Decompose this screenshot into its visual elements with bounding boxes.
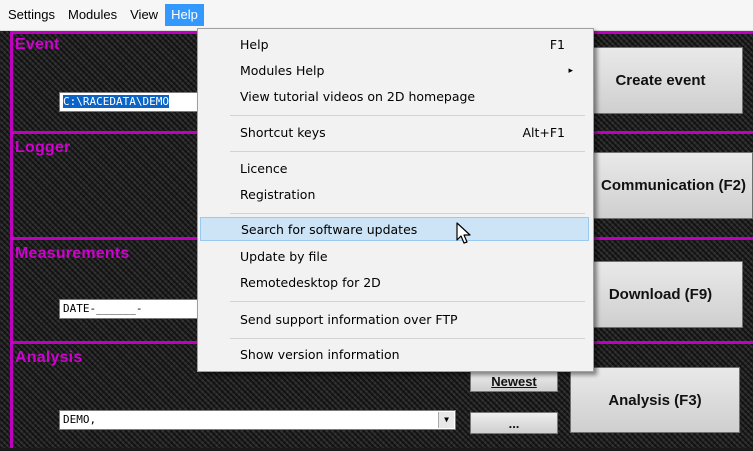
help-menu-item-label: Registration bbox=[240, 187, 316, 202]
help-menu-item-licence[interactable]: Licence bbox=[200, 157, 589, 181]
help-menu-item-tutorial-videos[interactable]: View tutorial videos on 2D homepage bbox=[200, 85, 589, 109]
help-menu-item-label: Help bbox=[240, 37, 269, 52]
download-button[interactable]: Download (F9) bbox=[578, 261, 743, 328]
help-menu-item-label: View tutorial videos on 2D homepage bbox=[240, 89, 476, 104]
help-menu-item-modules-help[interactable]: Modules Help ▸ bbox=[200, 59, 589, 83]
help-menu-item-remotedesktop[interactable]: Remotedesktop for 2D bbox=[200, 271, 589, 295]
event-path-field[interactable]: C:\RACEDATA\DEMO bbox=[59, 92, 209, 112]
help-menu-item-help[interactable]: Help F1 bbox=[200, 33, 589, 57]
event-title: Event bbox=[15, 36, 60, 53]
help-menu-item-label: Licence bbox=[240, 161, 288, 176]
event-path-value: C:\RACEDATA\DEMO bbox=[63, 95, 169, 108]
help-menu-item-label: Send support information over FTP bbox=[240, 312, 458, 327]
menu-view[interactable]: View bbox=[124, 4, 164, 26]
menu-bar: Settings Modules View Help bbox=[0, 0, 753, 31]
menu-separator bbox=[230, 115, 585, 116]
help-menu-item-label: Update by file bbox=[240, 249, 328, 264]
browse-button[interactable]: ... bbox=[470, 412, 558, 434]
analysis-title: Analysis bbox=[15, 349, 83, 366]
help-menu-item-label: Show version information bbox=[240, 347, 400, 362]
help-menu-item-registration[interactable]: Registration bbox=[200, 183, 589, 207]
analysis-combo[interactable]: DEMO, ▼ bbox=[59, 410, 456, 430]
submenu-arrow-icon: ▸ bbox=[568, 66, 573, 76]
help-menu-dropdown: Help F1 Modules Help ▸ View tutorial vid… bbox=[197, 28, 594, 372]
help-menu-item-label: Remotedesktop for 2D bbox=[240, 275, 381, 290]
help-menu-item-version-info[interactable]: Show version information bbox=[200, 343, 589, 367]
help-menu-item-update-by-file[interactable]: Update by file bbox=[200, 245, 589, 269]
menu-separator bbox=[230, 338, 585, 339]
newest-button[interactable]: Newest bbox=[470, 370, 558, 392]
logger-title: Logger bbox=[15, 139, 71, 156]
analysis-combo-value: DEMO, bbox=[63, 413, 97, 426]
menu-separator bbox=[230, 301, 585, 302]
communication-button[interactable]: Communication (F2) bbox=[572, 152, 753, 219]
measurements-title: Measurements bbox=[15, 245, 130, 262]
measurements-field[interactable]: DATE-______- bbox=[59, 299, 209, 319]
menu-separator bbox=[230, 213, 585, 214]
help-menu-item-search-updates[interactable]: Search for software updates bbox=[200, 217, 589, 241]
shortcut-keys-shortcut: Alt+F1 bbox=[522, 125, 565, 140]
menu-help[interactable]: Help bbox=[165, 4, 204, 26]
menu-separator bbox=[230, 151, 585, 152]
help-menu-item-send-support[interactable]: Send support information over FTP bbox=[200, 308, 589, 332]
menu-modules[interactable]: Modules bbox=[62, 4, 123, 26]
help-menu-item-shortcut-keys[interactable]: Shortcut keys Alt+F1 bbox=[200, 121, 589, 145]
help-menu-item-label: Search for software updates bbox=[241, 222, 418, 237]
create-event-button[interactable]: Create event bbox=[578, 47, 743, 114]
menu-settings[interactable]: Settings bbox=[2, 4, 61, 26]
analysis-button[interactable]: Analysis (F3) bbox=[570, 367, 740, 433]
chevron-down-icon[interactable]: ▼ bbox=[438, 412, 454, 428]
mouse-pointer-icon bbox=[456, 222, 471, 244]
help-menu-item-label: Shortcut keys bbox=[240, 125, 326, 140]
help-shortcut: F1 bbox=[549, 37, 565, 52]
help-menu-item-label: Modules Help bbox=[240, 63, 325, 78]
